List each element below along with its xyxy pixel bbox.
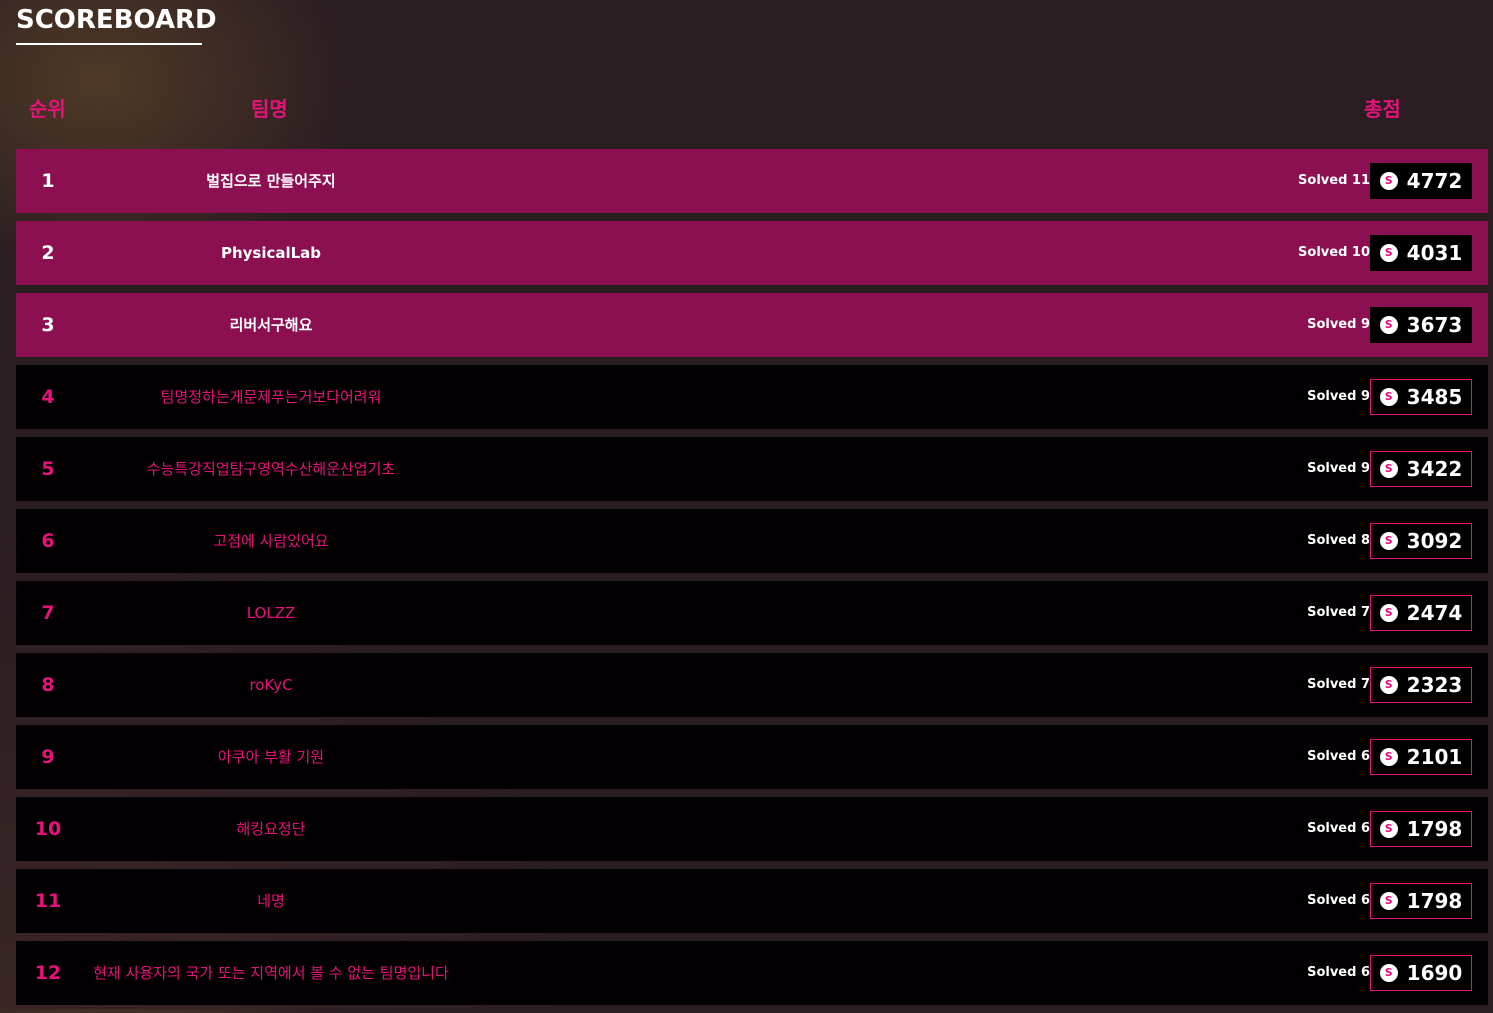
team-name[interactable]: 네명 (71, 869, 471, 933)
solved-count: Solved 7 (1307, 677, 1370, 692)
coin-icon: S (1379, 244, 1398, 262)
solved-count: Solved 7 (1307, 605, 1370, 620)
solved-count: Solved 9 (1307, 389, 1370, 404)
score-value: 1690 (1406, 961, 1463, 985)
solved-count: Solved 6 (1307, 749, 1370, 764)
coin-icon: S (1379, 316, 1398, 334)
team-name[interactable]: 현재 사용자의 국가 또는 지역에서 볼 수 없는 팀명입니다 (71, 941, 471, 1005)
solved-count: Solved 8 (1307, 533, 1370, 548)
scoreboard-row[interactable]: 9 아쿠아 부활 기원 Solved 6 S 2101 (16, 725, 1488, 789)
score-badge: S 3422 (1370, 451, 1472, 487)
page-title: SCOREBOARD (16, 5, 217, 35)
title-underline (16, 43, 202, 45)
solved-count: Solved 10 (1298, 245, 1370, 260)
score-value: 4031 (1406, 241, 1463, 265)
score-badge: S 1690 (1370, 955, 1472, 991)
scoreboard-row[interactable]: 4 팀명정하는게문제푸는거보다어려워 Solved 9 S 3485 (16, 365, 1488, 429)
score-badge: S 4031 (1370, 235, 1472, 271)
team-name[interactable]: 해킹요정단 (71, 797, 471, 861)
team-name[interactable]: 고점에 사람있어요 (71, 509, 471, 573)
coin-icon: S (1379, 964, 1398, 982)
column-header-team: 팀명 (251, 97, 288, 121)
coin-icon: S (1379, 676, 1398, 694)
team-name[interactable]: 팀명정하는게문제푸는거보다어려워 (71, 365, 471, 429)
scoreboard-row[interactable]: 12 현재 사용자의 국가 또는 지역에서 볼 수 없는 팀명입니다 Solve… (16, 941, 1488, 1005)
team-name[interactable]: 아쿠아 부활 기원 (71, 725, 471, 789)
score-value: 3092 (1406, 529, 1463, 553)
scoreboard-list: 1 벌집으로 만들어주지 Solved 11 S 4772 2 Physical… (16, 149, 1488, 1013)
team-name[interactable]: LOLZZ (71, 581, 471, 645)
column-header-total: 총점 (1364, 97, 1401, 121)
coin-icon: S (1379, 460, 1398, 478)
score-badge: S 2101 (1370, 739, 1472, 775)
score-badge: S 1798 (1370, 811, 1472, 847)
coin-icon: S (1379, 604, 1398, 622)
team-name[interactable]: 수능특강직업탐구영역수산해운산업기초 (71, 437, 471, 501)
score-badge: S 4772 (1370, 163, 1472, 199)
scoreboard-row[interactable]: 6 고점에 사람있어요 Solved 8 S 3092 (16, 509, 1488, 573)
score-value: 2101 (1406, 745, 1463, 769)
team-name[interactable]: 벌집으로 만들어주지 (71, 149, 471, 213)
scoreboard-row[interactable]: 10 해킹요정단 Solved 6 S 1798 (16, 797, 1488, 861)
solved-count: Solved 11 (1298, 173, 1370, 188)
score-badge: S 3092 (1370, 523, 1472, 559)
team-name[interactable]: PhysicalLab (71, 221, 471, 285)
coin-icon: S (1379, 892, 1398, 910)
score-badge: S 2474 (1370, 595, 1472, 631)
scoreboard-row[interactable]: 11 네명 Solved 6 S 1798 (16, 869, 1488, 933)
solved-count: Solved 6 (1307, 965, 1370, 980)
score-value: 2323 (1406, 673, 1463, 697)
score-value: 3673 (1406, 313, 1463, 337)
score-value: 1798 (1406, 817, 1463, 841)
coin-icon: S (1379, 820, 1398, 838)
score-badge: S 3673 (1370, 307, 1472, 343)
scoreboard-row[interactable]: 3 리버서구해요 Solved 9 S 3673 (16, 293, 1488, 357)
solved-count: Solved 6 (1307, 893, 1370, 908)
score-value: 2474 (1406, 601, 1463, 625)
score-value: 1798 (1406, 889, 1463, 913)
coin-icon: S (1379, 388, 1398, 406)
solved-count: Solved 9 (1307, 317, 1370, 332)
coin-icon: S (1379, 748, 1398, 766)
scoreboard-row[interactable]: 8 roKyC Solved 7 S 2323 (16, 653, 1488, 717)
team-name[interactable]: roKyC (71, 653, 471, 717)
solved-count: Solved 6 (1307, 821, 1370, 836)
solved-count: Solved 9 (1307, 461, 1370, 476)
coin-icon: S (1379, 532, 1398, 550)
score-value: 3485 (1406, 385, 1463, 409)
score-value: 3422 (1406, 457, 1463, 481)
scoreboard-row[interactable]: 1 벌집으로 만들어주지 Solved 11 S 4772 (16, 149, 1488, 213)
scoreboard-row[interactable]: 5 수능특강직업탐구영역수산해운산업기초 Solved 9 S 3422 (16, 437, 1488, 501)
team-name[interactable]: 리버서구해요 (71, 293, 471, 357)
scoreboard-row[interactable]: 7 LOLZZ Solved 7 S 2474 (16, 581, 1488, 645)
score-value: 4772 (1406, 169, 1463, 193)
column-header-rank: 순위 (29, 97, 66, 121)
scoreboard-row[interactable]: 2 PhysicalLab Solved 10 S 4031 (16, 221, 1488, 285)
score-badge: S 3485 (1370, 379, 1472, 415)
score-badge: S 1798 (1370, 883, 1472, 919)
coin-icon: S (1379, 172, 1398, 190)
score-badge: S 2323 (1370, 667, 1472, 703)
